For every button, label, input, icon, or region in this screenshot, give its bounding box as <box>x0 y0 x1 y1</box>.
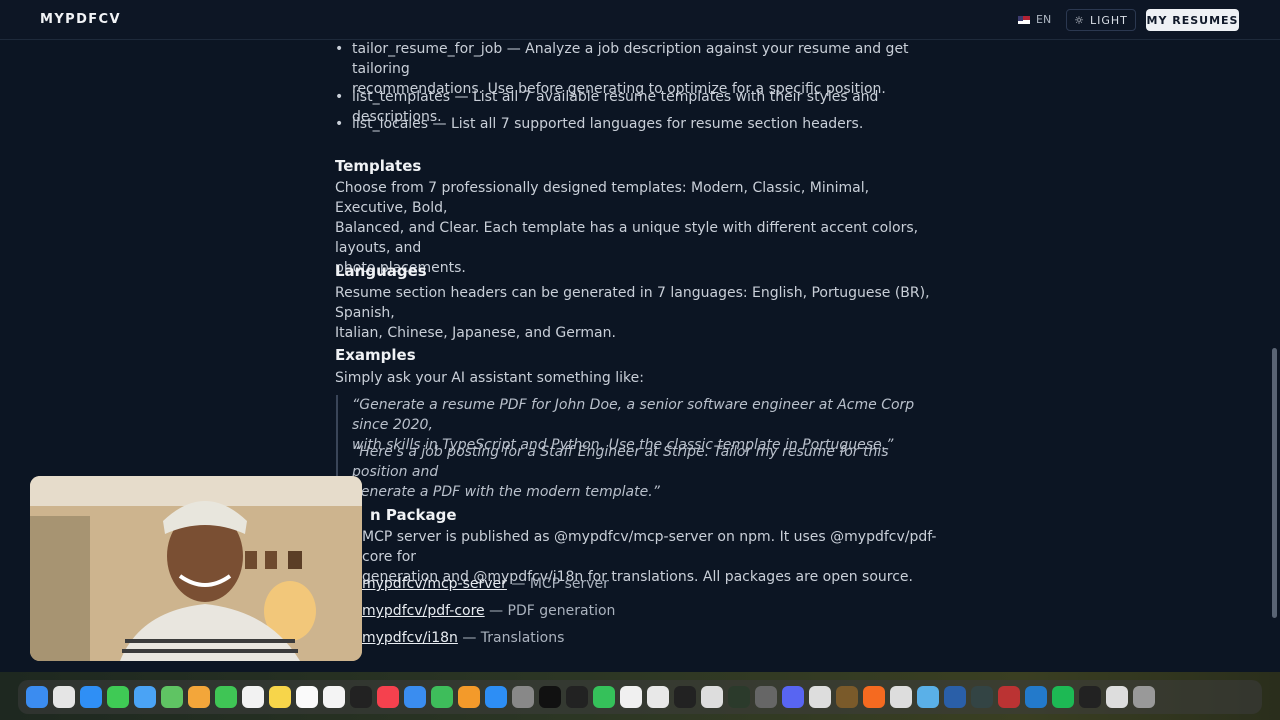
package-link-item: mypdfcv/mcp-server — MCP server <box>362 574 609 594</box>
us-flag-icon <box>1018 15 1030 24</box>
numbers-icon[interactable] <box>431 686 453 708</box>
mail-icon[interactable] <box>134 686 156 708</box>
theme-toggle-button[interactable]: ☼ LIGHT <box>1066 9 1136 31</box>
site-logo[interactable]: MYPDFCV <box>40 12 121 27</box>
quote2-line-2: generate a PDF with the modern template.… <box>352 484 660 500</box>
launchpad-icon[interactable] <box>53 686 75 708</box>
finder-icon[interactable] <box>26 686 48 708</box>
quote2-line-1: “Here's a job posting for a Staff Engine… <box>352 444 889 480</box>
top-navbar: MYPDFCV EN ☼ LIGHT MY RESUMES <box>0 0 1280 40</box>
music-icon[interactable] <box>377 686 399 708</box>
languages-line-1: Resume section headers can be generated … <box>335 285 930 321</box>
activity-icon[interactable] <box>539 686 561 708</box>
ghost-icon[interactable] <box>701 686 723 708</box>
webcam-person-image <box>30 476 362 661</box>
keynote-icon[interactable] <box>404 686 426 708</box>
discord-icon[interactable] <box>782 686 804 708</box>
slack-icon[interactable] <box>647 686 669 708</box>
macos-dock <box>18 680 1262 714</box>
piano-icon[interactable] <box>1079 686 1101 708</box>
package-link-desc: — MCP server <box>506 576 609 592</box>
notes-icon[interactable] <box>269 686 291 708</box>
package-link[interactable]: mypdfcv/pdf-core <box>362 603 485 619</box>
spotify-icon[interactable] <box>1052 686 1074 708</box>
monitor-icon[interactable] <box>728 686 750 708</box>
templates-line-2: Balanced, and Clear. Each template has a… <box>335 220 919 256</box>
grid-icon[interactable] <box>917 686 939 708</box>
brush-icon[interactable] <box>836 686 858 708</box>
quote1-line-1: “Generate a resume PDF for John Doe, a s… <box>352 397 915 433</box>
chrome-icon[interactable] <box>620 686 642 708</box>
preview-icon[interactable] <box>890 686 912 708</box>
safari-icon[interactable] <box>80 686 102 708</box>
settings-icon[interactable] <box>512 686 534 708</box>
tool-item-list-locales: list_locales — List all 7 supported lang… <box>335 114 952 134</box>
sun-icon: ☼ <box>1074 13 1085 27</box>
package-link-desc: — Translations <box>457 630 565 646</box>
theme-toggle-label: LIGHT <box>1089 13 1128 27</box>
reminders-icon[interactable] <box>296 686 318 708</box>
scrollbar-thumb[interactable] <box>1272 348 1277 618</box>
freeform-icon[interactable] <box>323 686 345 708</box>
language-selector[interactable]: EN <box>1018 13 1051 26</box>
globe-icon[interactable] <box>944 686 966 708</box>
maps-icon[interactable] <box>161 686 183 708</box>
dictionary-icon[interactable] <box>998 686 1020 708</box>
webcam-overlay <box>30 476 362 661</box>
file-icon[interactable] <box>1106 686 1128 708</box>
firefox-icon[interactable] <box>863 686 885 708</box>
messages-icon[interactable] <box>107 686 129 708</box>
languages-line-2: Italian, Chinese, Japanese, and German. <box>335 325 616 341</box>
my-resumes-button[interactable]: MY RESUMES <box>1146 9 1239 31</box>
languages-heading: Languages <box>335 262 427 280</box>
package-link[interactable]: mypdfcv/mcp-server <box>362 576 507 592</box>
templates-line-1: Choose from 7 professionally designed te… <box>335 180 870 216</box>
package-link[interactable]: mypdfcv/i18n <box>362 630 458 646</box>
examples-heading: Examples <box>335 346 416 364</box>
examples-intro: Simply ask your AI assistant something l… <box>335 370 644 386</box>
vscode-icon[interactable] <box>1025 686 1047 708</box>
package-link-item: mypdfcv/i18n — Translations <box>362 628 564 648</box>
calendar-icon[interactable] <box>242 686 264 708</box>
pages-icon[interactable] <box>458 686 480 708</box>
package-link-item: mypdfcv/pdf-core — PDF generation <box>362 601 615 621</box>
whatsapp-icon[interactable] <box>593 686 615 708</box>
templates-heading: Templates <box>335 157 422 175</box>
clock-icon[interactable] <box>566 686 588 708</box>
photos-icon[interactable] <box>188 686 210 708</box>
package-link-desc: — PDF generation <box>484 603 616 619</box>
example-quote-2: “Here's a job posting for a Staff Engine… <box>336 442 941 502</box>
package-line-1: MCP server is published as @mypdfcv/mcp-… <box>362 529 937 565</box>
calculator-icon[interactable] <box>755 686 777 708</box>
languages-description: Resume section headers can be generated … <box>335 283 945 343</box>
printer-icon[interactable] <box>809 686 831 708</box>
language-label: EN <box>1036 13 1052 26</box>
tv-icon[interactable] <box>350 686 372 708</box>
appstore-icon[interactable] <box>485 686 507 708</box>
trash-icon[interactable] <box>1133 686 1155 708</box>
package-heading: n Package <box>370 506 457 524</box>
facetime-icon[interactable] <box>215 686 237 708</box>
terminal-icon[interactable] <box>674 686 696 708</box>
tool-line-1: tailor_resume_for_job — Analyze a job de… <box>352 41 909 77</box>
screen-icon[interactable] <box>971 686 993 708</box>
